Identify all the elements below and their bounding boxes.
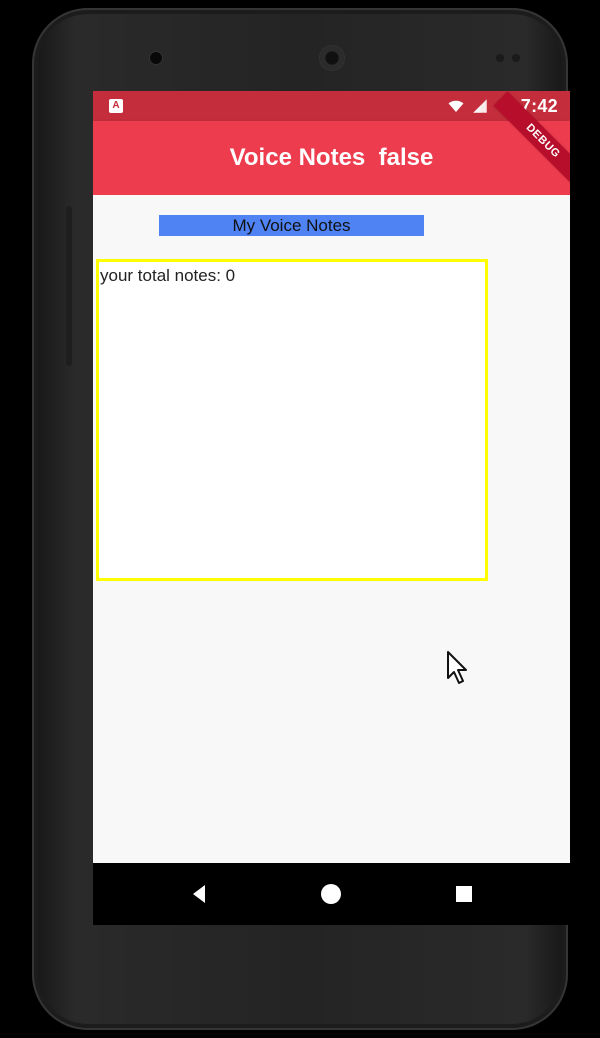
front-camera (150, 52, 162, 64)
recents-icon (456, 886, 472, 902)
recents-button[interactable] (450, 880, 478, 908)
main-content: My Voice Notes your total notes: 0 (93, 195, 570, 925)
voice-notes-header: My Voice Notes (159, 215, 424, 236)
back-icon (193, 885, 205, 903)
total-notes-label: your total notes: 0 (100, 266, 236, 285)
speaker-grille (320, 46, 344, 70)
page-title: Voice Notes false (229, 144, 434, 171)
system-navigation-bar (93, 863, 570, 925)
proximity-sensor (496, 54, 504, 62)
device-stage: A 7:42 Voice Notes false DEBUG My Voice … (0, 0, 600, 1038)
back-button[interactable] (185, 880, 213, 908)
home-button[interactable] (317, 880, 345, 908)
light-sensor (512, 54, 520, 62)
signal-icon (471, 97, 489, 115)
android-badge-icon: A (109, 99, 123, 113)
volume-button (66, 206, 72, 366)
home-icon (321, 884, 341, 904)
voice-notes-list[interactable]: your total notes: 0 (96, 259, 488, 581)
app-bar: Voice Notes false DEBUG (93, 91, 570, 195)
mouse-cursor-icon (446, 650, 468, 684)
phone-frame: A 7:42 Voice Notes false DEBUG My Voice … (32, 8, 570, 1030)
wifi-icon (447, 97, 465, 115)
device-screen: A 7:42 Voice Notes false DEBUG My Voice … (93, 91, 570, 925)
